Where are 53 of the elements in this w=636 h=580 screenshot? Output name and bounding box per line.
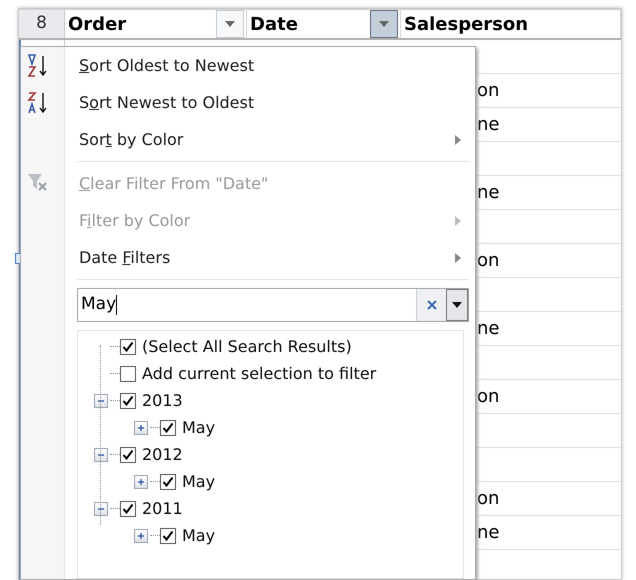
search-field[interactable]: May	[77, 288, 469, 322]
collapse-button[interactable]	[94, 394, 108, 408]
column-header: Order	[68, 12, 126, 36]
expand-button[interactable]	[134, 528, 148, 542]
table-cell-text: on	[477, 487, 500, 511]
table-cell-text: on	[477, 249, 500, 273]
tree-item-label[interactable]: May	[182, 416, 216, 440]
table-cell-text: ne	[477, 317, 500, 341]
column-header: Salesperson	[404, 12, 528, 36]
menu-item[interactable]: Sort by Color	[79, 128, 184, 152]
sort-icon	[27, 91, 49, 115]
caret-icon	[225, 21, 235, 27]
expand-button[interactable]	[134, 474, 148, 488]
table-cell-text: on	[477, 79, 500, 103]
checkbox[interactable]	[120, 500, 136, 516]
expand-button[interactable]	[134, 420, 148, 434]
column-header: Date	[250, 12, 298, 36]
filter-dropdown-button[interactable]	[216, 10, 244, 38]
clear-filter-icon	[27, 172, 49, 192]
tree-item-label[interactable]: May	[182, 470, 216, 494]
checkbox[interactable]	[160, 474, 176, 490]
caret-icon	[379, 21, 389, 27]
tree-item-label[interactable]: 2012	[142, 442, 183, 466]
collapse-button[interactable]	[94, 502, 108, 516]
row-number: 8	[19, 10, 65, 38]
tree-item-label[interactable]: 2013	[142, 388, 183, 412]
checkbox[interactable]	[160, 528, 176, 544]
plus-icon	[136, 530, 146, 540]
checkbox[interactable]	[120, 392, 136, 408]
menu-item[interactable]: Sort Newest to Oldest	[79, 90, 254, 114]
checkbox[interactable]	[160, 420, 176, 436]
menu-item[interactable]: Sort Oldest to Newest	[79, 54, 254, 78]
checkbox[interactable]	[120, 338, 136, 354]
checkbox[interactable]	[120, 446, 136, 462]
plus-icon	[136, 476, 146, 486]
menu-item[interactable]: Date Filters	[79, 246, 170, 270]
collapse-button[interactable]	[94, 448, 108, 462]
checkbox[interactable]	[120, 366, 136, 382]
tree-item-label[interactable]: May	[182, 524, 216, 548]
table-cell-text: ne	[477, 113, 500, 137]
tree-item-label[interactable]: 2011	[142, 496, 183, 520]
table-cell-text: ne	[477, 181, 500, 205]
tree-item-label[interactable]: Add current selection to filter	[142, 362, 376, 386]
caret-icon	[452, 302, 462, 308]
close-icon	[426, 299, 438, 311]
table-cell-text: ne	[477, 521, 500, 545]
table-cell-text: on	[477, 385, 500, 409]
search-dropdown-button[interactable]	[446, 289, 468, 321]
plus-icon	[136, 422, 146, 432]
filter-dropdown-button[interactable]	[370, 10, 398, 38]
sort-icon	[27, 54, 49, 78]
tree-item-label[interactable]: (Select All Search Results)	[142, 334, 352, 358]
clear-search-button[interactable]	[416, 289, 446, 321]
